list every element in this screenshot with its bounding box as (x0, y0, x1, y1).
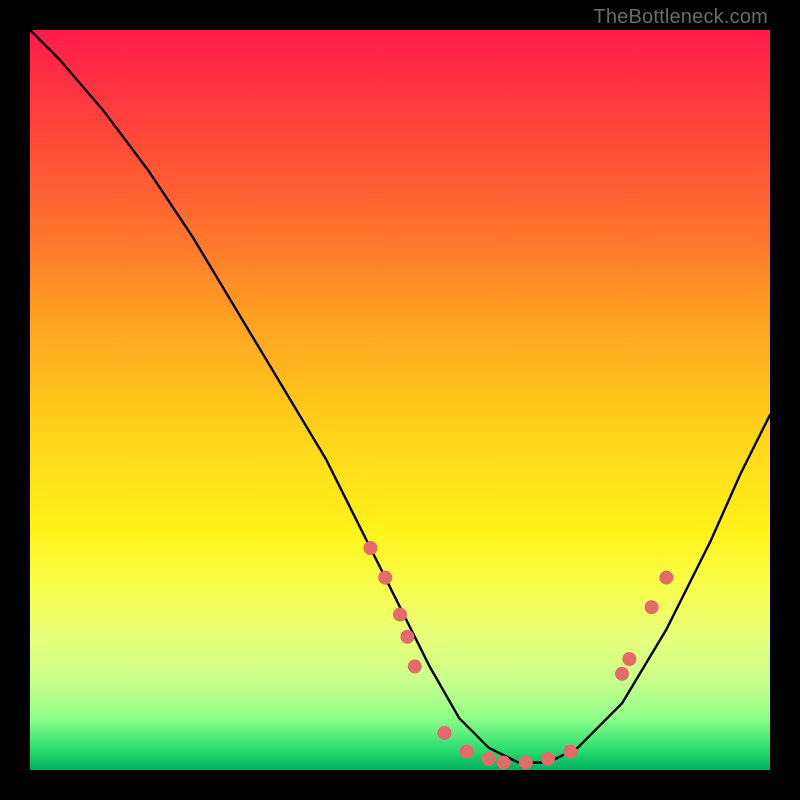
marker-dot (378, 571, 392, 585)
marker-dot (497, 756, 511, 770)
watermark-text: TheBottleneck.com (593, 6, 768, 29)
marker-dot (363, 541, 377, 555)
marker-dots (363, 541, 673, 770)
marker-dot (622, 652, 636, 666)
plot-area (30, 30, 770, 770)
curve-svg (30, 30, 770, 770)
marker-dot (563, 745, 577, 759)
marker-dot (400, 630, 414, 644)
chart-frame: TheBottleneck.com (0, 0, 800, 800)
marker-dot (393, 608, 407, 622)
marker-dot (519, 756, 533, 770)
marker-dot (645, 600, 659, 614)
marker-dot (460, 745, 474, 759)
marker-dot (437, 726, 451, 740)
marker-dot (408, 659, 422, 673)
marker-dot (482, 752, 496, 766)
marker-dot (541, 752, 555, 766)
bottleneck-curve (30, 30, 770, 763)
marker-dot (659, 571, 673, 585)
marker-dot (615, 667, 629, 681)
